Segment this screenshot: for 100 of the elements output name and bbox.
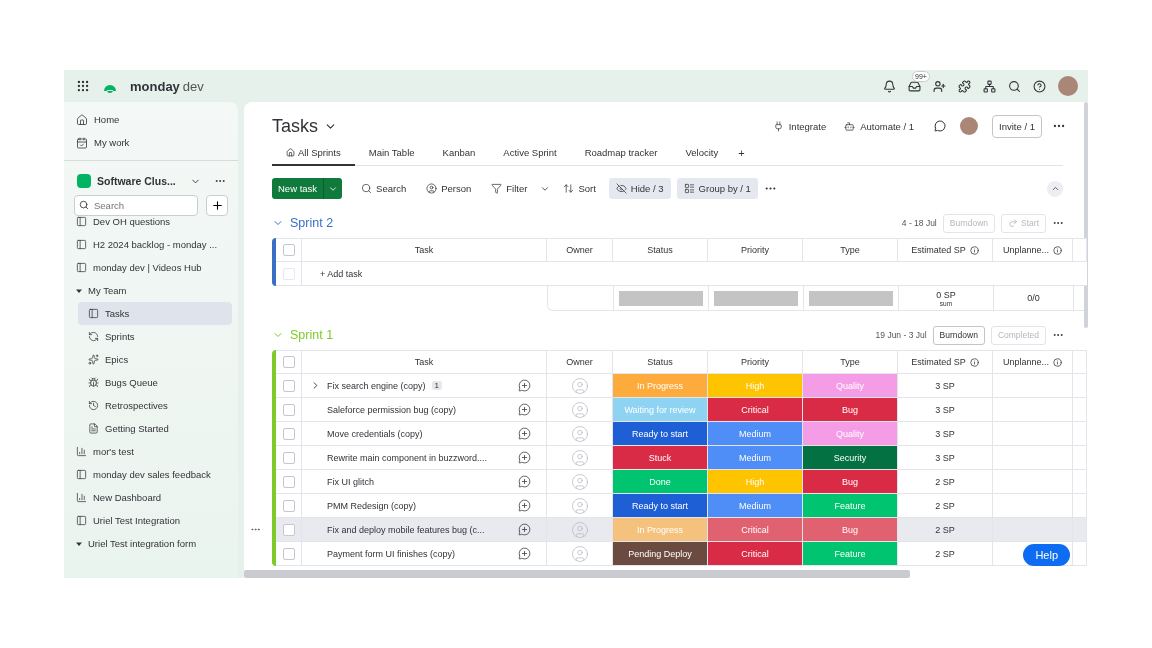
checkbox[interactable] xyxy=(282,547,295,560)
priority-label[interactable]: Critical xyxy=(708,398,803,422)
priority-label[interactable]: Critical xyxy=(708,542,803,566)
sidebar-folder[interactable]: My Team xyxy=(64,279,232,302)
table-row[interactable]: PMM Redesign (copy) Ready to start Medium Feature 2 SP xyxy=(276,494,1087,518)
info-icon[interactable] xyxy=(969,357,979,367)
search-field[interactable]: Search xyxy=(74,195,198,216)
toolbar-button[interactable]: Automate / 1 xyxy=(838,120,921,132)
sidebar-item[interactable]: Retrospectives xyxy=(78,394,232,417)
sidebar-item[interactable]: Sprints xyxy=(78,325,232,348)
view-tab[interactable]: All Sprints xyxy=(272,140,355,166)
task-name[interactable]: Rewrite main component in buzzword.... xyxy=(327,452,488,463)
puzzle-icon[interactable] xyxy=(958,79,971,93)
sidebar-item[interactable]: Bugs Queue xyxy=(78,371,232,394)
column-header: Unplanne... xyxy=(1002,245,1049,255)
network-icon[interactable] xyxy=(983,79,996,93)
view-tab[interactable]: Active Sprint xyxy=(489,140,571,166)
table-row[interactable]: Saleforce permission bug (copy) Waiting for review Critical Bug 3 SP xyxy=(276,398,1087,422)
sidebar-item[interactable]: mor's test xyxy=(64,440,232,463)
checkbox[interactable] xyxy=(282,427,295,440)
toolbar-button[interactable]: Person xyxy=(419,178,479,199)
add-update-icon[interactable] xyxy=(517,403,531,416)
toolbar-button[interactable]: Search xyxy=(354,178,414,199)
add-update-icon[interactable] xyxy=(517,547,531,560)
group-title[interactable]: Sprint 2 xyxy=(290,216,334,230)
status-label[interactable]: Stuck xyxy=(613,446,708,470)
checkbox[interactable] xyxy=(282,379,295,392)
sidebar-item[interactable]: monday dev | Videos Hub xyxy=(64,256,232,279)
checkbox[interactable] xyxy=(282,523,295,536)
checkbox[interactable] xyxy=(282,451,295,464)
add-button[interactable] xyxy=(206,195,228,216)
status-label[interactable]: Ready to start xyxy=(613,494,708,518)
status-label[interactable]: Ready to start xyxy=(613,422,708,446)
view-tab[interactable]: Main Table xyxy=(354,140,429,166)
sidebar-item[interactable]: Uriel Test Integration xyxy=(64,509,232,532)
help-icon[interactable] xyxy=(1033,79,1046,93)
task-name[interactable]: Fix and deploy mobile features bug (c... xyxy=(327,524,485,535)
add-task-field[interactable]: + Add task xyxy=(302,262,1087,286)
checkbox[interactable] xyxy=(282,499,295,512)
add-update-icon[interactable] xyxy=(517,475,531,488)
checkbox[interactable] xyxy=(282,475,295,488)
scrollbar[interactable] xyxy=(244,570,910,578)
info-icon[interactable] xyxy=(1053,357,1062,367)
view-tab[interactable]: Kanban xyxy=(428,140,490,166)
table-row[interactable]: Fix UI glitch Done High Bug 2 SP xyxy=(276,470,1087,494)
add-update-icon[interactable] xyxy=(517,427,531,440)
board-title[interactable]: Tasks xyxy=(272,115,318,137)
chat-icon[interactable] xyxy=(934,120,947,132)
add-update-icon[interactable] xyxy=(517,499,531,512)
table-row[interactable]: Move credentials (copy) Ready to start Medium Quality 3 SP xyxy=(276,422,1087,446)
toolbar-button[interactable]: Group by / 1 xyxy=(676,178,758,199)
apps-grid-icon[interactable] xyxy=(76,79,90,93)
sidebar-item[interactable]: monday dev sales feedback xyxy=(64,463,232,486)
sidebar-item[interactable]: H2 2024 backlog - monday ... xyxy=(64,233,232,256)
inbox-icon[interactable] xyxy=(908,79,921,93)
bell-icon[interactable] xyxy=(883,79,896,93)
table-row[interactable]: Rewrite main component in buzzword.... Stuck Medium Security 3 SP xyxy=(276,446,1087,470)
checkbox[interactable] xyxy=(282,403,295,416)
type-label[interactable]: Bug xyxy=(803,470,898,494)
sidebar-item[interactable]: Tasks xyxy=(78,302,232,325)
invite-icon[interactable] xyxy=(933,79,946,93)
task-name[interactable]: Fix UI glitch xyxy=(327,476,374,487)
help-button[interactable]: Help xyxy=(1023,544,1070,566)
add-view-button[interactable]: + xyxy=(732,147,751,159)
add-update-icon[interactable] xyxy=(517,523,531,536)
nav-item[interactable]: My work xyxy=(64,131,238,154)
invite-button[interactable]: Invite / 1 xyxy=(992,114,1042,138)
member-avatar[interactable] xyxy=(960,117,979,135)
sidebar-item[interactable]: New Dashboard xyxy=(64,486,232,509)
sidebar-folder[interactable]: Uriel Test integration form xyxy=(64,532,232,555)
toolbar-button[interactable]: Sort xyxy=(556,178,603,199)
group-button[interactable]: Burndown xyxy=(932,325,985,345)
toolbar-button[interactable]: Integrate xyxy=(766,120,833,132)
info-icon[interactable] xyxy=(969,245,979,255)
view-tab[interactable]: Velocity xyxy=(671,140,733,166)
user-avatar[interactable] xyxy=(1058,76,1078,96)
calendar-icon xyxy=(76,136,88,149)
nav-item[interactable]: Home xyxy=(64,108,238,131)
toolbar-button[interactable]: Filter xyxy=(484,178,535,199)
task-name[interactable]: Fix search engine (copy) xyxy=(327,380,426,391)
status-label[interactable]: Pending Deploy xyxy=(613,542,708,566)
add-update-icon[interactable] xyxy=(517,379,531,392)
task-name[interactable]: Saleforce permission bug (copy) xyxy=(327,404,457,415)
search-icon[interactable] xyxy=(1008,79,1021,93)
sidebar-item[interactable]: Getting Started xyxy=(78,417,232,440)
type-label[interactable]: Security xyxy=(803,446,898,470)
sidebar-item[interactable]: Epics xyxy=(78,348,232,371)
toolbar-button[interactable]: Hide / 3 xyxy=(608,178,671,199)
sidebar-item[interactable]: Dev OH questions xyxy=(64,216,232,233)
type-label[interactable]: Bug xyxy=(803,398,898,422)
task-name[interactable]: PMM Redesign (copy) xyxy=(327,500,417,511)
workspace-name[interactable]: Software Clus... xyxy=(97,175,185,187)
task-name[interactable]: Payment form UI finishes (copy) xyxy=(327,548,456,559)
table-row[interactable]: Fix search engine (copy) 1 In Progress High Quality 3 SP xyxy=(276,374,1087,398)
info-icon[interactable] xyxy=(1053,245,1062,255)
checkbox[interactable] xyxy=(282,356,295,368)
add-update-icon[interactable] xyxy=(517,451,531,464)
checkbox[interactable] xyxy=(282,244,295,256)
task-name[interactable]: Move credentials (copy) xyxy=(327,428,423,439)
view-tab[interactable]: Roadmap tracker xyxy=(570,140,672,166)
